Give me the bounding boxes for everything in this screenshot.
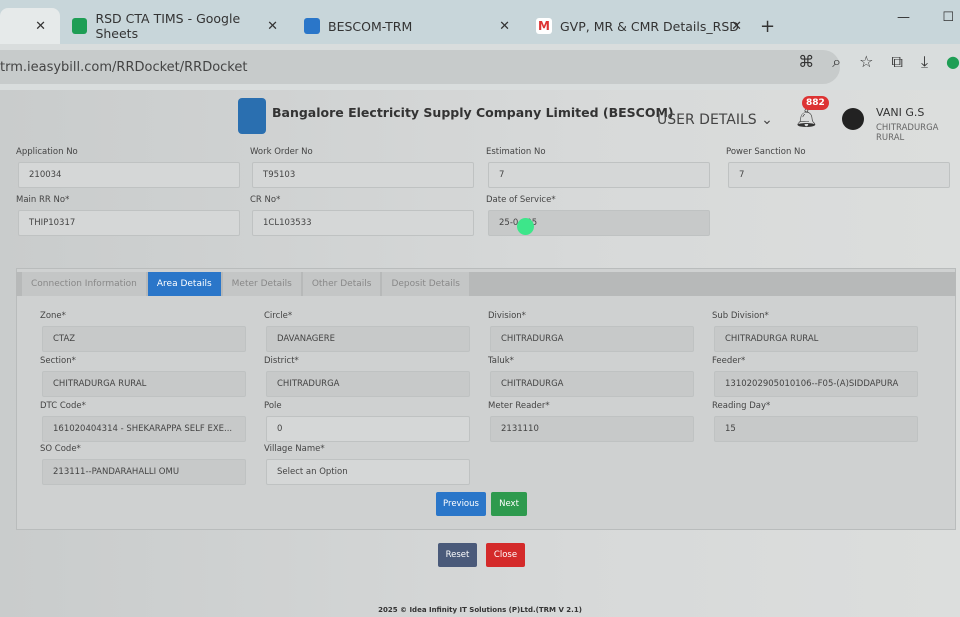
field-input[interactable]: 1310202905010106--F05-(A)SIDDAPURA xyxy=(714,371,918,397)
tab-meter-details[interactable]: Meter Details xyxy=(222,272,301,296)
close-tab-icon[interactable]: ✕ xyxy=(731,19,742,34)
form-panel xyxy=(16,268,956,530)
field-label: District* xyxy=(264,356,299,366)
field-label: Sub Division* xyxy=(712,311,769,321)
field-label: SO Code* xyxy=(40,444,81,454)
field-input[interactable]: 210034 xyxy=(18,162,240,188)
field-label: CR No* xyxy=(250,195,281,205)
field-input[interactable]: DAVANAGERE xyxy=(266,326,470,352)
field-label: Application No xyxy=(16,147,78,157)
close-tab-icon[interactable]: ✕ xyxy=(35,19,46,34)
chevron-down-icon: ⌄ xyxy=(761,112,773,128)
browser-tab[interactable]: ✕ xyxy=(0,8,60,44)
close-button[interactable]: Close xyxy=(486,543,525,567)
field-input[interactable]: CHITRADURGA RURAL xyxy=(42,371,246,397)
field-input[interactable]: THIP10317 xyxy=(18,210,240,236)
close-tab-icon[interactable]: ✕ xyxy=(499,19,510,34)
field-input[interactable]: CTAZ xyxy=(42,326,246,352)
field-input[interactable]: 2131110 xyxy=(490,416,694,442)
field-label: Estimation No xyxy=(486,147,546,157)
translate-icon[interactable]: ⌘ xyxy=(798,52,814,72)
bescom-logo xyxy=(238,98,266,134)
field-label: Feeder* xyxy=(712,356,746,366)
field-input[interactable]: 7 xyxy=(488,162,710,188)
new-tab-button[interactable]: + xyxy=(760,8,775,44)
field-input[interactable]: 161020404314 - SHEKARAPPA SELF EXE... xyxy=(42,416,246,442)
field-input[interactable]: CHITRADURGA RURAL xyxy=(714,326,918,352)
field-label: Date of Service* xyxy=(486,195,556,205)
footer-text: 2025 © Idea Infinity IT Solutions (P)Ltd… xyxy=(378,606,582,614)
bookmark-star-icon[interactable]: ☆ xyxy=(859,52,873,72)
field-label: Circle* xyxy=(264,311,293,321)
extensions-icon[interactable]: ⧉ xyxy=(892,52,903,72)
field-input[interactable]: T95103 xyxy=(252,162,474,188)
field-input[interactable]: 7 xyxy=(728,162,950,188)
form-tabs: Connection Information Area Details Mete… xyxy=(16,272,956,296)
zoom-icon[interactable]: ⌕ xyxy=(832,52,841,72)
user-details-dropdown[interactable]: USER DETAILS ⌄ xyxy=(657,112,773,128)
field-input[interactable]: 15 xyxy=(714,416,918,442)
field-input[interactable]: 213111--PANDARAHALLI OMU xyxy=(42,459,246,485)
field-input[interactable]: CHITRADURGA xyxy=(490,326,694,352)
minimize-button[interactable]: — xyxy=(897,10,910,25)
bescom-favicon-icon xyxy=(304,18,320,34)
field-label: Village Name* xyxy=(264,444,325,454)
tab-title: BESCOM-TRM xyxy=(328,18,413,34)
url-text: trm.ieasybill.com/RRDocket/RRDocket xyxy=(0,59,248,75)
notification-badge: 882 xyxy=(802,96,829,110)
user-avatar-icon[interactable] xyxy=(842,108,864,130)
maximize-button[interactable]: ☐ xyxy=(942,10,954,25)
field-input[interactable]: CHITRADURGA xyxy=(266,371,470,397)
url-input[interactable]: trm.ieasybill.com/RRDocket/RRDocket xyxy=(0,50,840,84)
field-label: DTC Code* xyxy=(40,401,86,411)
address-bar-area: trm.ieasybill.com/RRDocket/RRDocket ⌘ ⌕ ☆ ⧉… xyxy=(0,44,960,90)
tab-other-details[interactable]: Other Details xyxy=(302,272,381,296)
user-name: VANI G.S xyxy=(876,106,925,119)
reset-button[interactable]: Reset xyxy=(438,543,477,567)
previous-button[interactable]: Previous xyxy=(436,492,486,516)
field-label: Power Sanction No xyxy=(726,147,806,157)
tab-title: RSD CTA TIMS - Google Sheets xyxy=(95,11,241,41)
sheets-icon xyxy=(72,18,88,34)
browser-tab-sheets[interactable]: RSD CTA TIMS - Google Sheets ✕ xyxy=(60,8,292,44)
browser-tab-bescom[interactable]: BESCOM-TRM ✕ xyxy=(292,8,524,44)
profile-icon[interactable]: ● xyxy=(946,52,960,72)
browser-tab-bar: ✕ RSD CTA TIMS - Google Sheets ✕ BESCOM-T… xyxy=(0,0,960,44)
field-label: Reading Day* xyxy=(712,401,771,411)
field-label: Division* xyxy=(488,311,526,321)
field-label: Taluk* xyxy=(488,356,514,366)
tab-connection-information[interactable]: Connection Information xyxy=(22,272,146,296)
field-input[interactable]: 1CL103533 xyxy=(252,210,474,236)
browser-tab-gmail[interactable]: M GVP, MR & CMR Details_RSD ✕ xyxy=(524,8,756,44)
gmail-icon: M xyxy=(536,18,552,34)
next-button[interactable]: Next xyxy=(491,492,527,516)
touch-indicator xyxy=(517,218,534,235)
company-name: Bangalore Electricity Supply Company Lim… xyxy=(272,105,674,120)
field-label: Section* xyxy=(40,356,76,366)
field-label: Pole xyxy=(264,401,282,411)
user-details-label: USER DETAILS xyxy=(657,112,757,128)
tab-title: GVP, MR & CMR Details_RSD xyxy=(560,18,739,34)
download-icon[interactable]: ⤓ xyxy=(921,52,928,72)
field-label: Zone* xyxy=(40,311,66,321)
field-label: Main RR No* xyxy=(16,195,70,205)
bell-icon[interactable]: 🔔︎ xyxy=(795,108,818,129)
field-label: Meter Reader* xyxy=(488,401,550,411)
field-input[interactable]: CHITRADURGA xyxy=(490,371,694,397)
field-label: Work Order No xyxy=(250,147,313,157)
close-tab-icon[interactable]: ✕ xyxy=(267,19,278,34)
tab-deposit-details[interactable]: Deposit Details xyxy=(382,272,469,296)
field-input[interactable]: Select an Option xyxy=(266,459,470,485)
user-location: CHITRADURGA RURAL xyxy=(876,123,939,143)
field-input[interactable]: 0 xyxy=(266,416,470,442)
tab-area-details[interactable]: Area Details xyxy=(147,272,221,296)
